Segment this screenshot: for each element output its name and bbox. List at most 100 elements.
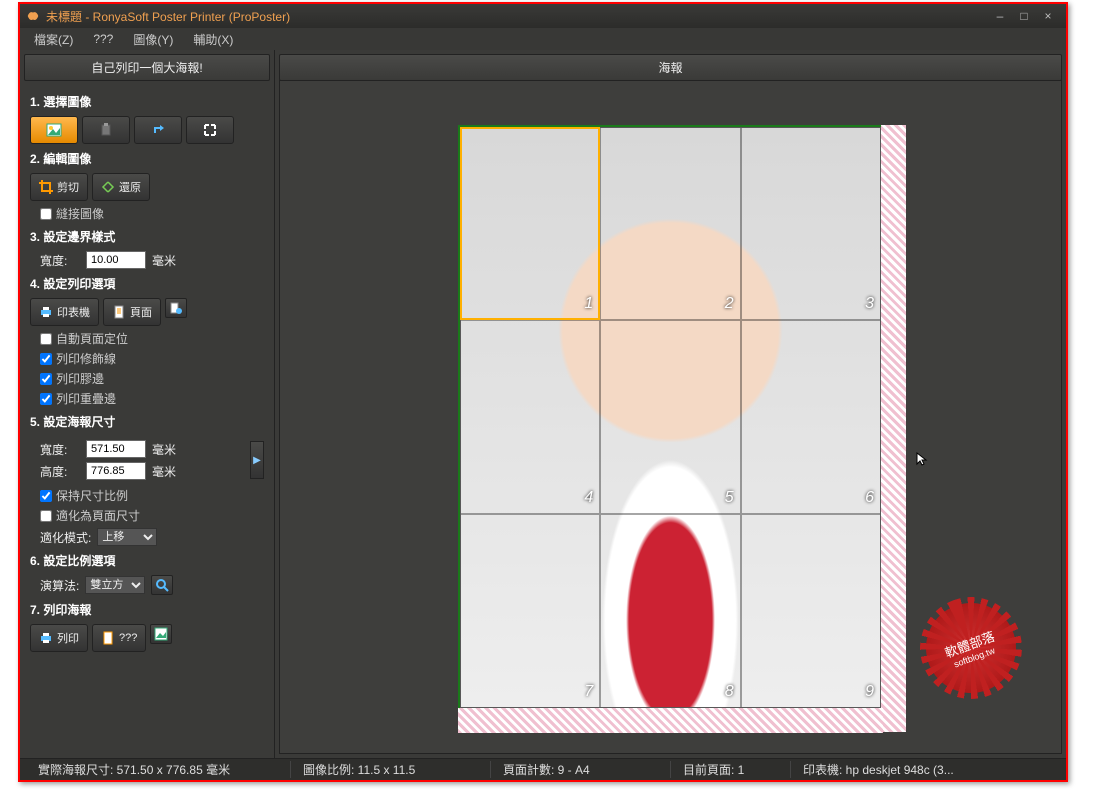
crop-label: 剪切 [57, 179, 79, 195]
fullscreen-button[interactable] [186, 116, 234, 144]
printer-label: 印表機 [57, 304, 90, 320]
restore-button[interactable]: 還原 [92, 173, 150, 201]
paste-icon [99, 123, 113, 137]
document-icon [101, 631, 115, 645]
preview-button[interactable] [151, 575, 173, 595]
print-glue-checkbox[interactable] [40, 373, 52, 385]
border-width-input[interactable] [86, 251, 146, 269]
print-overlap-label: 列印重疊邊 [56, 390, 116, 407]
canvas-area: 1 2 3 4 5 6 7 8 9 軟體部落 [279, 80, 1062, 754]
page-button[interactable]: 頁面 [103, 298, 161, 326]
stitch-checkbox[interactable] [40, 208, 52, 220]
fit-mode-select[interactable]: 上移 [97, 528, 157, 546]
print-button[interactable]: 列印 [30, 624, 88, 652]
poster-cell-5[interactable]: 5 [600, 320, 740, 514]
titlebar: 未標題 - RonyaSoft Poster Printer (ProPoste… [20, 4, 1066, 28]
rotate-button[interactable] [134, 116, 182, 144]
poster-height-unit: 毫米 [152, 463, 176, 480]
menu-help[interactable]: 輔助(X) [185, 29, 241, 50]
rotate-icon [151, 123, 165, 137]
step1-title: 1. 選擇圖像 [30, 93, 264, 110]
keep-ratio-checkbox[interactable] [40, 490, 52, 502]
poster-cell-8[interactable]: 8 [600, 514, 740, 708]
poster-cell-3[interactable]: 3 [741, 127, 881, 321]
print-trim-label: 列印修飾線 [56, 350, 116, 367]
poster-height-label: 高度: [40, 463, 80, 480]
export-button[interactable]: ??? [92, 624, 146, 652]
glue-margin-bottom [458, 708, 883, 733]
poster-cell-1[interactable]: 1 [460, 127, 600, 321]
print-overlap-checkbox[interactable] [40, 393, 52, 405]
status-printer: 印表機: hp deskjet 948c (3... [791, 761, 1060, 778]
printer-icon-2 [39, 631, 53, 645]
poster-cell-4[interactable]: 4 [460, 320, 600, 514]
print-glue-label: 列印膠邊 [56, 370, 104, 387]
content: 自己列印一個大海報! 1. 選擇圖像 2. 編輯圖像 剪切 還原 縫接圖像 3.… [20, 50, 1066, 758]
algorithm-select[interactable]: 雙立方 [85, 576, 145, 594]
border-unit: 毫米 [152, 252, 176, 269]
open-image-button[interactable] [30, 116, 78, 144]
poster-cell-2[interactable]: 2 [600, 127, 740, 321]
poster-width-input[interactable] [86, 440, 146, 458]
maximize-button[interactable]: □ [1012, 9, 1036, 23]
page-label: 頁面 [130, 304, 152, 320]
restore-icon [101, 180, 115, 194]
sidebar-header: 自己列印一個大海報! [24, 54, 270, 81]
page-settings-button[interactable] [165, 298, 187, 318]
auto-orient-checkbox[interactable] [40, 333, 52, 345]
save-image-button[interactable] [150, 624, 172, 644]
cursor-icon [915, 451, 931, 467]
minimize-button[interactable]: – [988, 9, 1012, 23]
step4-title: 4. 設定列印選項 [30, 275, 264, 292]
auto-orient-label: 自動頁面定位 [56, 330, 128, 347]
stitch-label: 縫接圖像 [56, 205, 104, 222]
picture-save-icon [154, 627, 168, 641]
print-label: 列印 [57, 630, 79, 646]
magnifier-icon [155, 578, 169, 592]
picture-icon [46, 123, 62, 137]
sidebar: 自己列印一個大海報! 1. 選擇圖像 2. 編輯圖像 剪切 還原 縫接圖像 3.… [20, 50, 275, 758]
poster-cell-6[interactable]: 6 [741, 320, 881, 514]
size-stepper[interactable]: ▶ [250, 441, 264, 479]
poster-height-input[interactable] [86, 462, 146, 480]
algorithm-label: 演算法: [40, 577, 79, 594]
paste-button[interactable] [82, 116, 130, 144]
step2-title: 2. 編輯圖像 [30, 150, 264, 167]
border-width-label: 寬度: [40, 252, 80, 269]
keep-ratio-label: 保持尺寸比例 [56, 487, 128, 504]
menu-file[interactable]: 檔案(Z) [26, 29, 81, 50]
crop-icon [39, 180, 53, 194]
fit-page-checkbox[interactable] [40, 510, 52, 522]
step6-title: 6. 設定比例選項 [30, 552, 264, 569]
app-window: 未標題 - RonyaSoft Poster Printer (ProPoste… [18, 2, 1068, 782]
watermark-badge: 軟體部落 softblog.tw [913, 590, 1028, 705]
poster-width-unit: 毫米 [152, 441, 176, 458]
step7-title: 7. 列印海報 [30, 601, 264, 618]
poster-grid: 1 2 3 4 5 6 7 8 9 [460, 127, 881, 708]
menu-image[interactable]: 圖像(Y) [125, 29, 181, 50]
expand-icon [203, 123, 217, 137]
printer-icon [39, 305, 53, 319]
status-current-page: 目前頁面: 1 [671, 761, 791, 778]
glue-margin-right [881, 125, 906, 732]
page-icon [112, 305, 126, 319]
main-panel: 海報 1 2 3 4 5 6 7 8 9 [275, 50, 1066, 758]
print-trim-checkbox[interactable] [40, 353, 52, 365]
close-button[interactable]: × [1036, 9, 1060, 23]
fit-mode-label: 適化模式: [40, 529, 91, 546]
poster-cell-9[interactable]: 9 [741, 514, 881, 708]
window-title: 未標題 - RonyaSoft Poster Printer (ProPoste… [46, 8, 988, 25]
poster-width-label: 寬度: [40, 441, 80, 458]
step5-title: 5. 設定海報尺寸 [30, 413, 264, 430]
printer-button[interactable]: 印表機 [30, 298, 99, 326]
status-page-count: 頁面計數: 9 - A4 [491, 761, 671, 778]
crop-button[interactable]: 剪切 [30, 173, 88, 201]
menubar: 檔案(Z) ??? 圖像(Y) 輔助(X) [20, 28, 1066, 50]
poster-cell-7[interactable]: 7 [460, 514, 600, 708]
sidebar-body: 1. 選擇圖像 2. 編輯圖像 剪切 還原 縫接圖像 3. 設定邊界樣式 寬度: [20, 85, 274, 652]
menu-unknown[interactable]: ??? [85, 30, 121, 48]
status-image-ratio: 圖像比例: 11.5 x 11.5 [291, 761, 491, 778]
step3-title: 3. 設定邊界樣式 [30, 228, 264, 245]
poster-frame[interactable]: 1 2 3 4 5 6 7 8 9 [458, 125, 883, 710]
status-poster-size: 實際海報尺寸: 571.50 x 776.85 毫米 [26, 761, 291, 778]
